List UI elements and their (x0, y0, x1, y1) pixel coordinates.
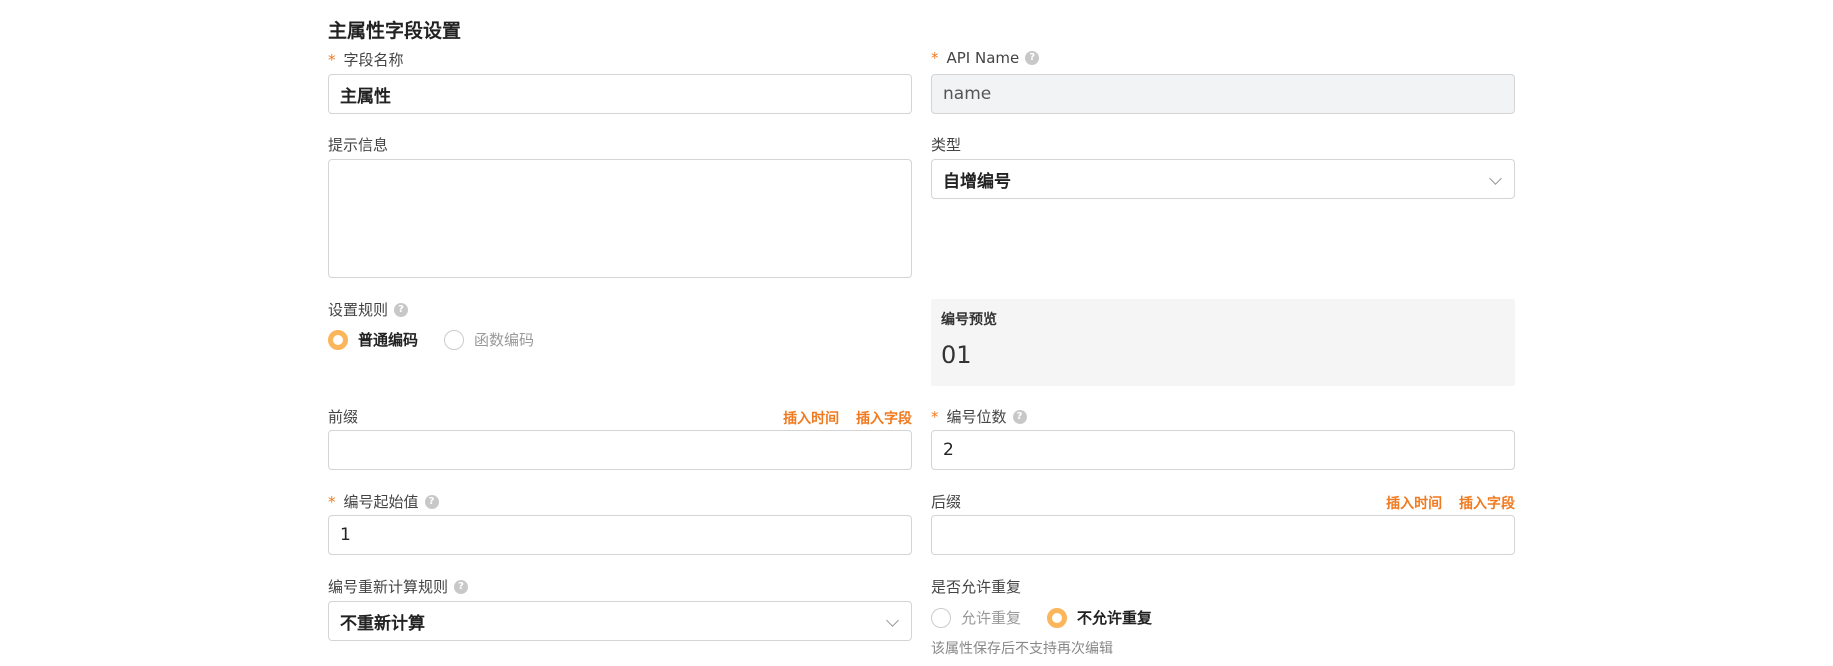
recalc-label-text: 编号重新计算规则 (328, 578, 449, 596)
required-mark: * (328, 50, 336, 69)
radio-checked-icon (1047, 607, 1068, 628)
required-mark: * (328, 492, 336, 511)
digits-input[interactable]: 2 (931, 430, 1515, 470)
api-name-input: name (931, 74, 1515, 114)
start-label: * 编号起始值 ? (328, 491, 439, 512)
field-name-label: * 字段名称 (328, 49, 404, 70)
radio-unchecked-icon (444, 329, 465, 350)
radio-unchecked-icon (931, 607, 951, 628)
recalc-select[interactable]: 不重新计算 (328, 601, 912, 641)
prefix-insert-field-link[interactable]: 插入字段 (856, 411, 912, 427)
help-icon[interactable]: ? (1012, 409, 1027, 424)
recalc-label: 编号重新计算规则 ? (328, 576, 469, 597)
api-name-label: * API Name ? (931, 49, 1040, 67)
suffix-insert-field-link[interactable]: 插入字段 (1459, 496, 1515, 512)
hint-info-textarea[interactable] (328, 159, 912, 278)
preview-value: 01 (941, 341, 972, 369)
help-icon[interactable]: ? (454, 579, 469, 594)
dup-option-allow-label: 允许重复 (961, 609, 1022, 627)
help-icon[interactable]: ? (1025, 51, 1040, 65)
chevron-down-icon (886, 614, 899, 627)
field-name-input[interactable]: 主属性 (328, 74, 912, 114)
dup-radio-group: 允许重复 不允许重复 (931, 607, 1178, 628)
prefix-label: 前缀 (328, 408, 359, 426)
suffix-insert-time-link[interactable]: 插入时间 (1386, 496, 1442, 512)
dup-radio-disallow[interactable]: 不允许重复 (1047, 607, 1152, 628)
prefix-links: 插入时间 插入字段 (771, 408, 912, 428)
type-select-value: 自增编号 (943, 171, 1011, 192)
help-icon[interactable]: ? (424, 494, 439, 509)
rule-radio-function[interactable]: 函数编码 (444, 329, 534, 350)
prefix-insert-time-link[interactable]: 插入时间 (783, 411, 839, 427)
dup-option-disallow-label: 不允许重复 (1077, 609, 1153, 627)
required-mark: * (931, 407, 939, 426)
chevron-down-icon (1489, 172, 1502, 185)
hint-info-label: 提示信息 (328, 136, 389, 154)
suffix-input[interactable] (931, 515, 1515, 555)
rule-label-text: 设置规则 (328, 301, 389, 319)
section-title: 主属性字段设置 (328, 20, 462, 42)
number-preview-panel: 编号预览 01 (931, 299, 1515, 386)
rule-radio-group: 普通编码 函数编码 (328, 329, 560, 350)
recalc-select-value: 不重新计算 (340, 613, 425, 634)
start-label-text: 编号起始值 (343, 493, 419, 511)
suffix-links: 插入时间 插入字段 (1374, 493, 1515, 513)
prefix-input[interactable] (328, 430, 912, 470)
rule-radio-normal[interactable]: 普通编码 (328, 329, 418, 350)
dup-note: 该属性保存后不支持再次编辑 (931, 641, 1113, 657)
suffix-label: 后缀 (931, 493, 962, 511)
start-input[interactable]: 1 (328, 515, 912, 555)
type-label: 类型 (931, 136, 962, 154)
preview-label: 编号预览 (941, 312, 997, 328)
api-name-label-text: API Name (946, 49, 1020, 67)
field-name-label-text: 字段名称 (343, 51, 404, 69)
help-icon[interactable]: ? (394, 302, 409, 317)
type-select[interactable]: 自增编号 (931, 159, 1515, 199)
rule-label: 设置规则 ? (328, 299, 409, 320)
rule-option-normal-label: 普通编码 (358, 331, 419, 349)
dup-label: 是否允许重复 (931, 578, 1022, 596)
dup-radio-allow[interactable]: 允许重复 (931, 607, 1021, 628)
radio-checked-icon (328, 329, 348, 350)
digits-label-text: 编号位数 (946, 408, 1007, 426)
rule-option-function-label: 函数编码 (474, 331, 535, 349)
required-mark: * (931, 49, 939, 67)
digits-label: * 编号位数 ? (931, 406, 1027, 427)
